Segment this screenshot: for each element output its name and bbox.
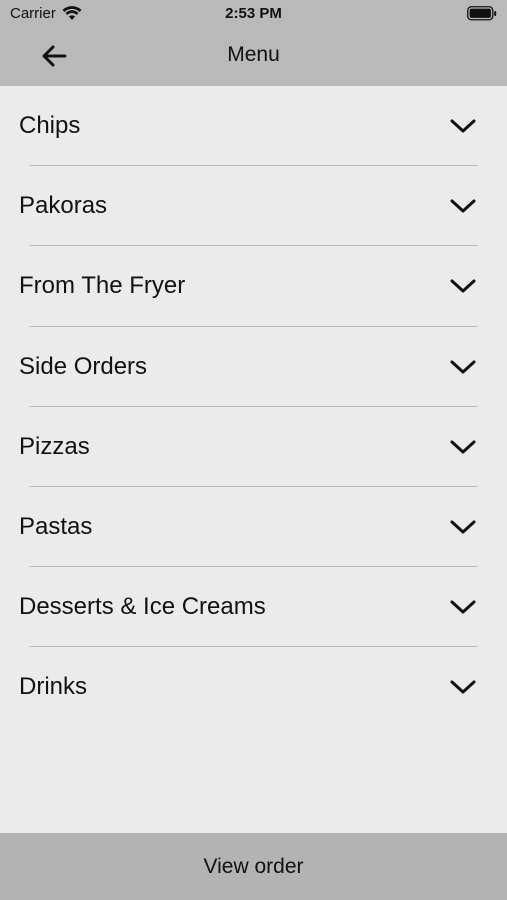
status-time: 2:53 PM xyxy=(225,5,282,22)
chevron-down-icon xyxy=(450,199,476,213)
top-bar: Carrier 2:53 PM Menu xyxy=(0,0,507,86)
chevron-down-icon xyxy=(450,360,476,374)
menu-item-label: Pizzas xyxy=(19,432,90,460)
status-bar: Carrier 2:53 PM xyxy=(0,0,507,28)
menu-item-label: Side Orders xyxy=(19,352,148,380)
menu-item-from-the-fryer[interactable]: From The Fryer xyxy=(0,246,507,327)
menu-item-label: Pastas xyxy=(19,512,93,540)
chevron-down-icon xyxy=(450,600,476,614)
view-order-button[interactable]: View order xyxy=(0,833,507,900)
menu-item-pizzas[interactable]: Pizzas xyxy=(0,407,507,487)
menu-item-pastas[interactable]: Pastas xyxy=(0,487,507,568)
chevron-down-icon xyxy=(450,680,476,694)
menu-item-label: Drinks xyxy=(19,673,88,701)
battery-icon xyxy=(467,6,497,25)
menu-item-drinks[interactable]: Drinks xyxy=(0,647,507,727)
menu-item-label: Chips xyxy=(19,112,81,139)
menu-item-desserts-ice-creams[interactable]: Desserts & Ice Creams xyxy=(0,567,507,648)
page-title: Menu xyxy=(227,43,280,66)
view-order-label: View order xyxy=(203,854,304,878)
chevron-down-icon xyxy=(450,520,476,534)
menu-item-pakoras[interactable]: Pakoras xyxy=(0,166,507,247)
menu-list: Chips Pakoras From The Fryer Side Orders… xyxy=(0,86,507,728)
menu-item-side-orders[interactable]: Side Orders xyxy=(0,327,507,407)
chevron-down-icon xyxy=(450,440,476,454)
menu-item-label: Pakoras xyxy=(19,192,108,220)
menu-item-label: Desserts & Ice Creams xyxy=(19,593,266,621)
screen: Carrier 2:53 PM Menu Chips Pakoras From … xyxy=(0,0,507,900)
menu-item-chips[interactable]: Chips xyxy=(0,86,507,167)
chevron-down-icon xyxy=(450,279,476,293)
chevron-down-icon xyxy=(450,119,476,133)
nav-bar: Menu xyxy=(0,28,507,86)
menu-item-label: From The Fryer xyxy=(19,272,186,300)
